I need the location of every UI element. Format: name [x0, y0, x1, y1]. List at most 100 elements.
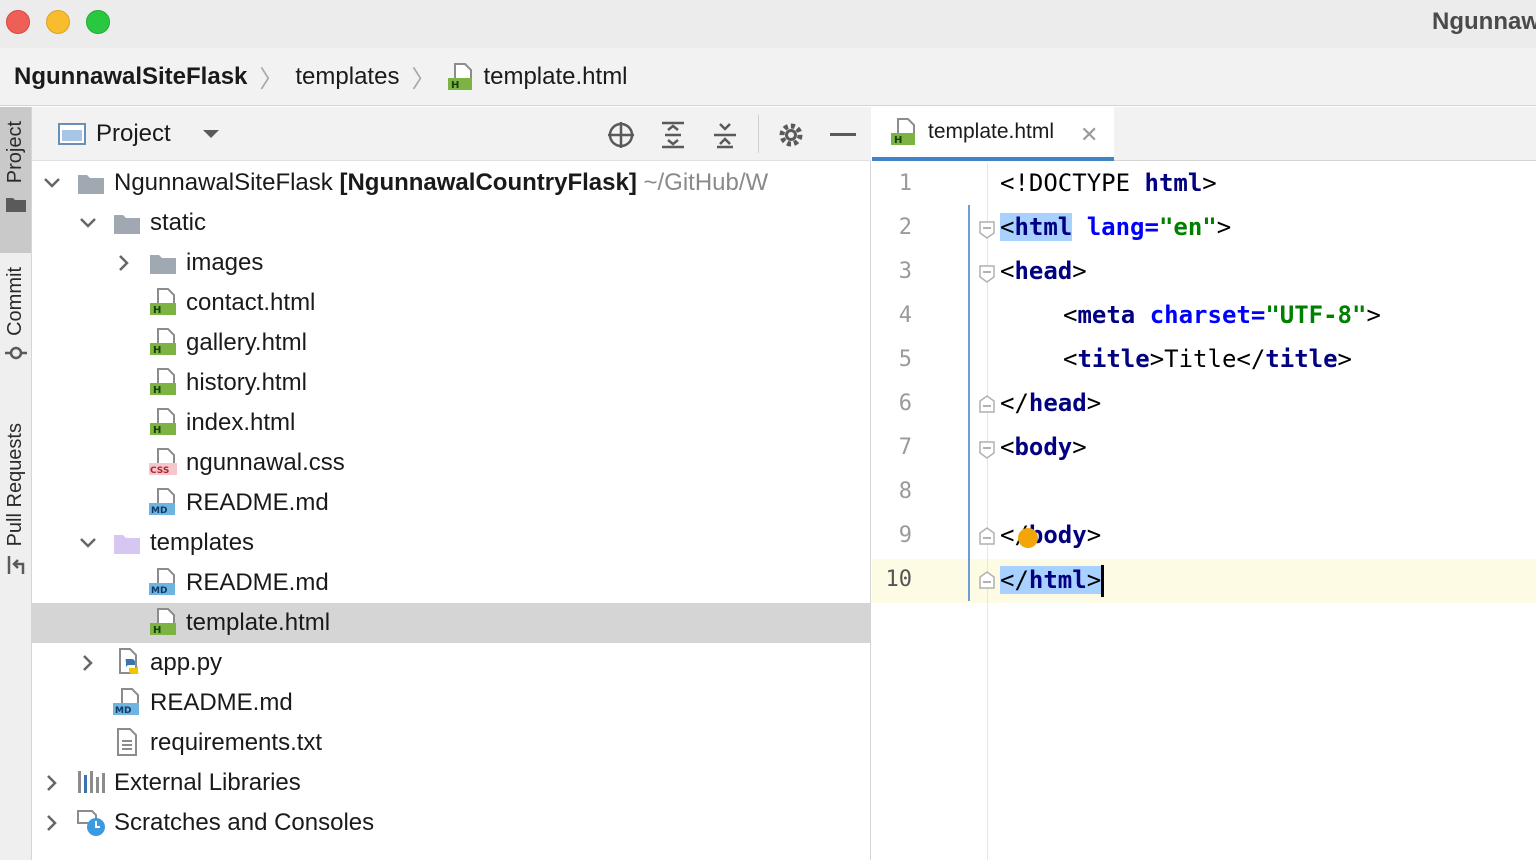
collapse-all-icon[interactable] — [710, 120, 740, 150]
tree-item-requirements-txt[interactable]: requirements.txt — [32, 723, 871, 763]
tree-item-index-html[interactable]: H index.html — [32, 403, 871, 443]
code-line-5[interactable]: <title>Title</title> — [1063, 345, 1352, 373]
fold-open-icon[interactable] — [979, 221, 995, 239]
code-line-2[interactable]: <html lang="en"> — [1000, 213, 1231, 241]
tab-template-html[interactable]: H template.html ✕ — [872, 107, 1114, 161]
fold-open-icon[interactable] — [979, 265, 995, 283]
fold-open-icon[interactable] — [979, 441, 995, 459]
breadcrumb-item-templates[interactable]: templates — [295, 63, 399, 91]
tree-item-templates[interactable]: templates — [32, 523, 871, 563]
project-view-title[interactable]: Project — [96, 120, 171, 148]
pull-request-icon — [7, 556, 24, 575]
code-line-9[interactable]: </body> — [1000, 521, 1101, 549]
editor-tab-bar: H template.html ✕ — [872, 107, 1536, 161]
project-panel-header: Project — [32, 107, 871, 161]
tree-item-static[interactable]: static — [32, 203, 871, 243]
minimize-panel-icon[interactable] — [828, 120, 858, 150]
html-file-icon: H — [891, 118, 915, 146]
svg-text:H: H — [894, 135, 902, 146]
gear-icon[interactable] — [776, 120, 806, 150]
line-number: 1 — [898, 171, 912, 196]
code-line-6[interactable]: </head> — [1000, 389, 1101, 417]
minimize-window-button[interactable] — [46, 10, 70, 34]
header-divider — [758, 115, 759, 153]
chevron-right-icon: 〉 — [259, 66, 284, 93]
svg-text:H: H — [153, 625, 161, 636]
html-file-icon: H — [150, 408, 176, 436]
code-line-4[interactable]: <meta charset="UTF-8"> — [1063, 301, 1381, 329]
html-file-icon: H — [150, 288, 176, 316]
tree-item-app-py[interactable]: app.py — [32, 643, 871, 683]
html-file-icon: H — [150, 608, 176, 636]
html-file-icon: H — [150, 368, 176, 396]
chevron-right-icon[interactable] — [114, 253, 134, 273]
fold-close-icon[interactable] — [979, 571, 995, 589]
tree-item-template-html[interactable]: H template.html — [32, 603, 871, 643]
chevron-right-icon[interactable] — [42, 773, 62, 793]
fold-close-icon[interactable] — [979, 527, 995, 545]
close-icon[interactable]: ✕ — [1080, 122, 1098, 148]
svg-text:H: H — [451, 80, 459, 91]
line-number: 6 — [898, 391, 912, 416]
chevron-down-icon[interactable] — [201, 128, 221, 140]
tree-item-external-libraries[interactable]: External Libraries — [32, 763, 871, 803]
tree-item-root-readme-md[interactable]: MD README.md — [32, 683, 871, 723]
breadcrumb-item-file[interactable]: H template.html — [447, 62, 628, 92]
title-bar: Ngunnaw — [0, 0, 1536, 48]
html-file-icon: H — [150, 328, 176, 356]
tree-item-ngunnawal-css[interactable]: CSS ngunnawal.css — [32, 443, 871, 483]
svg-text:H: H — [153, 345, 161, 356]
svg-text:MD: MD — [151, 506, 167, 516]
project-view-icon — [58, 122, 86, 145]
tree-item-gallery-html[interactable]: H gallery.html — [32, 323, 871, 363]
code-line-3[interactable]: <head> — [1000, 257, 1087, 285]
libraries-icon — [78, 771, 105, 793]
lightbulb-icon[interactable] — [1018, 528, 1038, 548]
breadcrumb: NgunnawalSiteFlask 〉 templates 〉 H templ… — [0, 48, 1536, 106]
tool-window-project-button[interactable]: Project — [0, 107, 31, 253]
breadcrumb-item-project[interactable]: NgunnawalSiteFlask — [14, 63, 247, 91]
code-line-10[interactable]: </html> — [1000, 565, 1105, 597]
svg-text:H: H — [153, 305, 161, 316]
tree-item-path: ~/GitHub/W — [643, 169, 769, 196]
svg-text:MD: MD — [115, 706, 131, 716]
window-title: Ngunnaw — [1432, 8, 1536, 35]
maximize-window-button[interactable] — [86, 10, 110, 34]
fold-close-icon[interactable] — [979, 395, 995, 413]
markdown-file-icon: MD — [149, 488, 175, 516]
tree-item-readme-md[interactable]: MD README.md — [32, 483, 871, 523]
tree-item-templates-readme-md[interactable]: MD README.md — [32, 563, 871, 603]
tree-item-contact-html[interactable]: H contact.html — [32, 283, 871, 323]
tool-window-pull-requests-button[interactable]: Pull Requests — [0, 423, 31, 603]
tree-item-scratches-and-consoles[interactable]: Scratches and Consoles — [32, 803, 871, 843]
tool-window-commit-button[interactable]: Commit — [0, 267, 31, 387]
chevron-right-icon[interactable] — [42, 813, 62, 833]
markdown-file-icon: MD — [113, 688, 139, 716]
code-line-1[interactable]: <!DOCTYPE html> — [1000, 169, 1217, 197]
chevron-down-icon[interactable] — [78, 213, 98, 233]
tool-window-pull-requests-label: Pull Requests — [4, 423, 26, 547]
chevron-down-icon[interactable] — [42, 173, 62, 193]
chevron-down-icon[interactable] — [78, 533, 98, 553]
tool-window-project-label: Project — [4, 121, 26, 184]
commit-icon — [4, 346, 27, 360]
tree-item-history-html[interactable]: H history.html — [32, 363, 871, 403]
tool-window-commit-label: Commit — [4, 267, 26, 336]
locate-icon[interactable] — [606, 120, 636, 150]
chevron-right-icon[interactable] — [78, 653, 98, 673]
line-number: 8 — [898, 479, 912, 504]
markdown-file-icon: MD — [149, 568, 175, 596]
code-line-7[interactable]: <body> — [1000, 433, 1087, 461]
line-number: 9 — [898, 523, 912, 548]
tree-item-label: NgunnawalSiteFlask [NgunnawalCountryFlas… — [114, 169, 769, 196]
expand-all-icon[interactable] — [658, 120, 688, 150]
css-file-icon: CSS — [149, 448, 177, 476]
tree-item-images[interactable]: images — [32, 243, 871, 283]
tree-item-root[interactable]: NgunnawalSiteFlask [NgunnawalCountryFlas… — [32, 163, 871, 203]
project-panel: Project NgunnawalSiteFlask [NgunnawalCou… — [32, 107, 871, 860]
text-file-icon — [117, 728, 137, 756]
close-window-button[interactable] — [6, 10, 30, 34]
tree-item-module-name: [NgunnawalCountryFlask] — [339, 169, 637, 196]
fold-guide — [968, 205, 970, 601]
line-number: 7 — [898, 435, 912, 460]
